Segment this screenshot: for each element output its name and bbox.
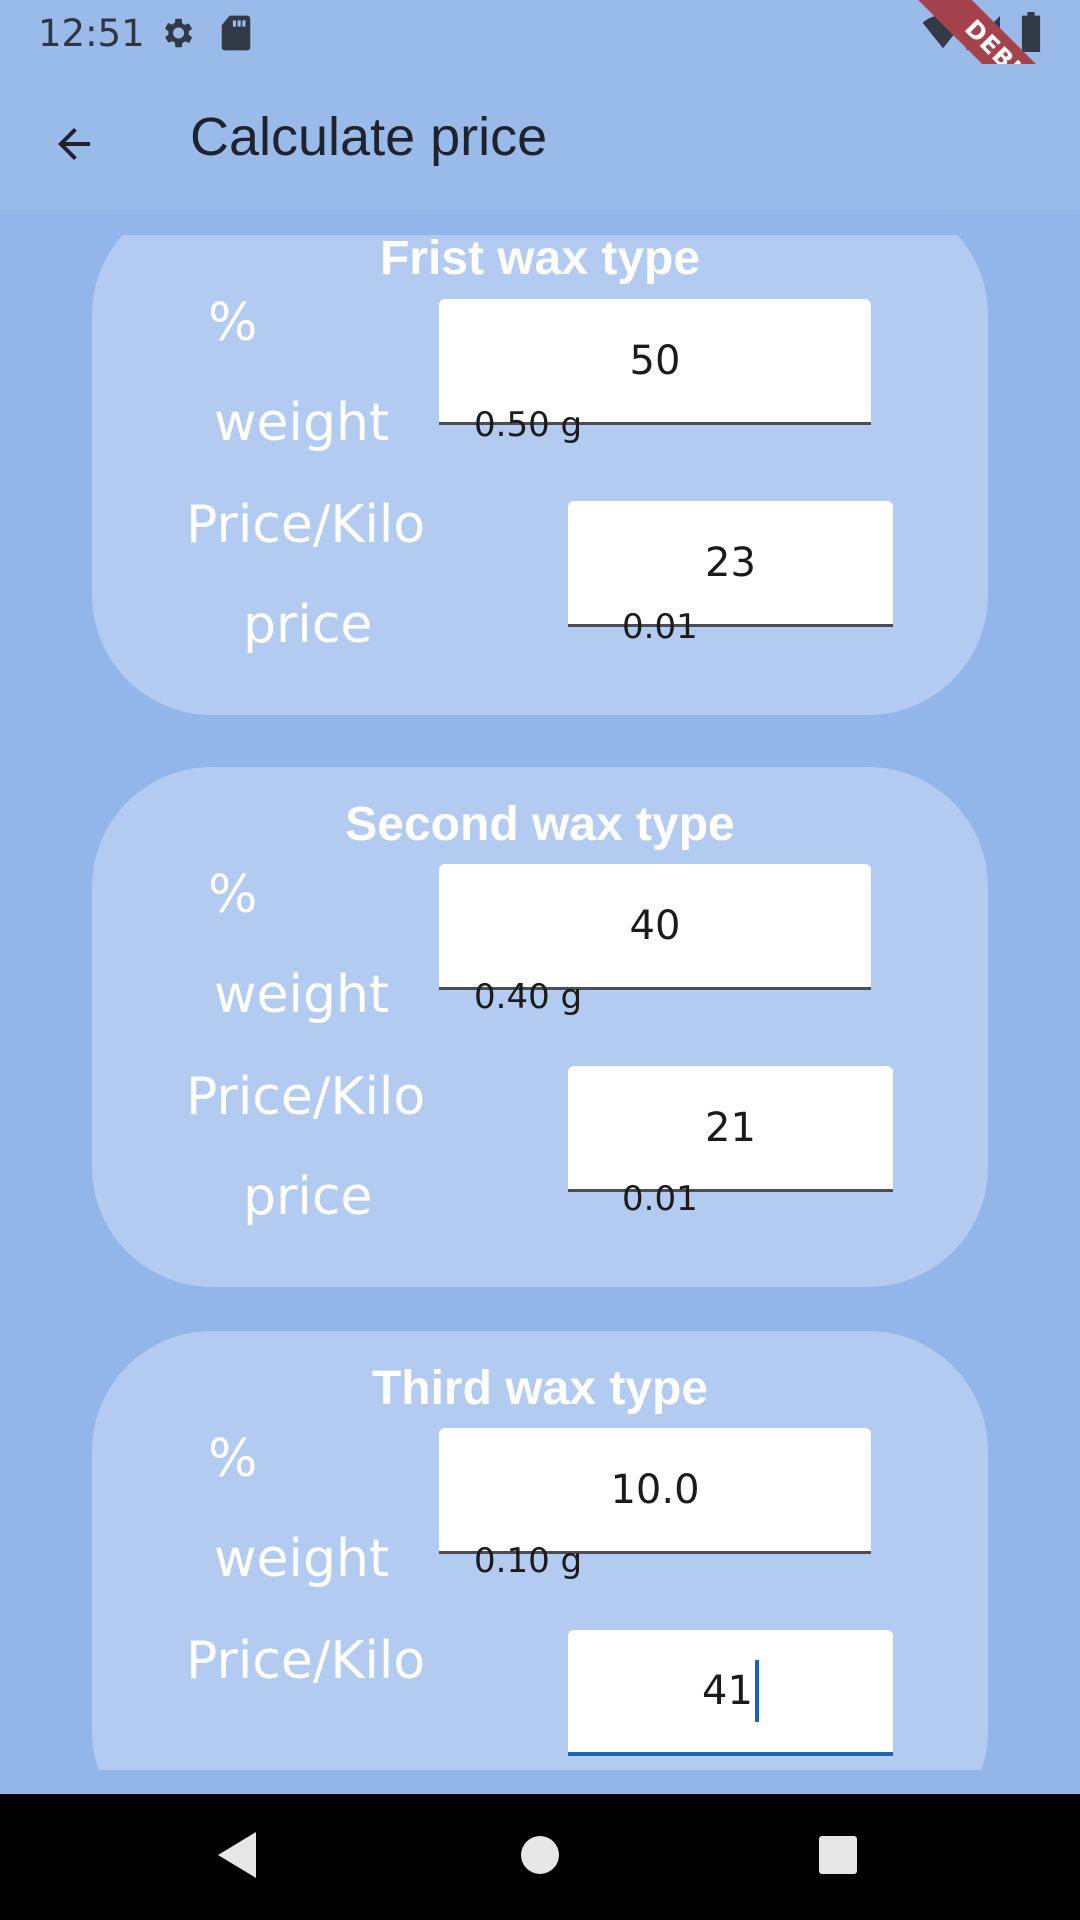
card-title: Third wax type <box>371 1362 709 1415</box>
wax-card-third: Third wax type % 10.0 weight 0.10 g Pric… <box>92 1331 988 1770</box>
weight-label: weight <box>214 965 390 1025</box>
back-triangle-icon <box>216 1830 260 1885</box>
weight-value: 0.10 g <box>474 1541 583 1581</box>
price-kilo-input[interactable]: 23 <box>568 501 893 627</box>
percent-label: % <box>208 1429 258 1489</box>
price-kilo-label: Price/Kilo <box>186 1631 426 1691</box>
card-title: Frist wax type <box>379 235 701 285</box>
price-kilo-label: Price/Kilo <box>186 1067 426 1127</box>
status-time: 12:51 <box>38 12 145 55</box>
battery-icon <box>1020 12 1042 57</box>
nav-home-button[interactable] <box>470 1794 610 1920</box>
gear-icon <box>158 14 196 57</box>
sd-card-icon <box>220 14 252 57</box>
weight-value: 0.40 g <box>474 977 583 1017</box>
price-label: price <box>243 1167 373 1227</box>
home-circle-icon <box>520 1835 560 1880</box>
percent-label: % <box>208 865 258 925</box>
card-title: Second wax type <box>345 798 735 851</box>
wax-card-second: Second wax type % 40 weight 0.40 g Price… <box>92 767 988 1287</box>
navigation-bar <box>0 1794 1080 1920</box>
text-cursor <box>754 1660 759 1722</box>
price-kilo-label: Price/Kilo <box>186 495 426 555</box>
percent-label: % <box>208 293 258 353</box>
price-kilo-input-focused[interactable]: 41 <box>568 1630 893 1756</box>
weight-label: weight <box>214 1529 390 1589</box>
price-value: 0.01 <box>622 1179 698 1219</box>
status-bar: 12:51 DEBUG <box>0 0 1080 165</box>
weight-value: 0.50 g <box>474 405 583 445</box>
page-title: Calculate price <box>190 107 548 167</box>
weight-label: weight <box>214 393 390 453</box>
price-value: 0.01 <box>622 607 698 647</box>
back-button[interactable] <box>30 102 118 190</box>
recents-square-icon <box>818 1835 858 1880</box>
wax-card-first: Frist wax type % 50 weight 0.50 g Price/… <box>92 235 988 715</box>
wax-cards-list[interactable]: Frist wax type % 50 weight 0.50 g Price/… <box>0 235 1080 1770</box>
percent-input[interactable]: 10.0 <box>439 1428 871 1554</box>
nav-recents-button[interactable] <box>768 1794 908 1920</box>
percent-input[interactable]: 40 <box>439 864 871 990</box>
app-bar: Calculate price <box>0 64 1080 210</box>
arrow-back-icon <box>50 120 98 173</box>
price-kilo-input[interactable]: 21 <box>568 1066 893 1192</box>
price-label: price <box>243 595 373 655</box>
price-kilo-value: 41 <box>702 1668 753 1714</box>
nav-back-button[interactable] <box>168 1794 308 1920</box>
